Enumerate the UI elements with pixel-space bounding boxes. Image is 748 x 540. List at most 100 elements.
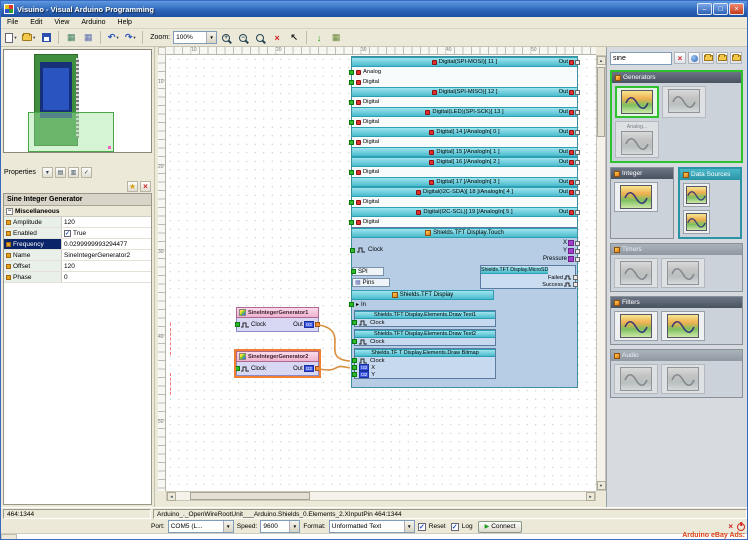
output-pin[interactable] bbox=[575, 149, 580, 155]
property-row[interactable]: Offset 120 bbox=[4, 261, 151, 272]
remove-property-button[interactable]: × bbox=[140, 180, 151, 192]
input-pin[interactable] bbox=[349, 302, 354, 307]
generator-out-pin[interactable]: Out I32 bbox=[293, 321, 320, 328]
collapse-categories-button[interactable] bbox=[730, 52, 742, 64]
microsd-failed-output[interactable]: Failed bbox=[481, 274, 578, 281]
display-in-pin[interactable]: ▸ In bbox=[349, 300, 577, 309]
board-view-button[interactable]: ▦ bbox=[80, 30, 96, 46]
element-header[interactable]: Shields.TFT Display.Elements.Draw Text1 bbox=[355, 311, 495, 319]
input-pin[interactable] bbox=[349, 79, 354, 85]
search-options-button[interactable] bbox=[688, 52, 700, 64]
component-tile[interactable] bbox=[661, 311, 705, 341]
output-pin[interactable] bbox=[573, 275, 578, 280]
touch-y-output[interactable]: Y bbox=[543, 247, 580, 255]
inspector-category[interactable]: − Miscellaneous bbox=[4, 206, 151, 217]
zoom-fit-button[interactable] bbox=[252, 30, 268, 46]
output-pin[interactable] bbox=[575, 189, 580, 195]
input-pin[interactable] bbox=[349, 199, 354, 205]
zoom-out-button[interactable]: − bbox=[235, 30, 251, 46]
input-pin[interactable] bbox=[349, 169, 354, 175]
channel-input-pin[interactable]: Digital bbox=[349, 99, 379, 105]
input-pin[interactable] bbox=[349, 219, 354, 225]
checkbox-checked-icon[interactable]: ✓ bbox=[64, 229, 71, 237]
microsd-block[interactable]: Shields.TFT Display.MicroSD Failed Succe… bbox=[480, 265, 578, 289]
channel-pin-row[interactable]: Digital bbox=[349, 77, 577, 87]
select-tool-button[interactable]: ↖ bbox=[286, 30, 302, 46]
port-select[interactable]: COM5 (L... ▼ bbox=[167, 520, 234, 533]
property-value[interactable]: 120 bbox=[62, 217, 151, 227]
upload-button[interactable]: ↓ bbox=[311, 30, 327, 46]
scroll-thumb[interactable] bbox=[597, 67, 605, 137]
component-tile[interactable] bbox=[662, 86, 706, 118]
board-preview[interactable] bbox=[3, 49, 152, 153]
toolbox-group-header[interactable]: Data Sources bbox=[680, 169, 740, 180]
clock-input-pin[interactable]: Clock bbox=[352, 319, 495, 326]
sine-generator-2-selected[interactable]: SineIntegerGenerator2 Clock Out I32 bbox=[234, 349, 321, 378]
zoom-select[interactable]: 100% ▼ bbox=[173, 31, 218, 44]
channel-header-row[interactable]: Digital[ 17 ]/AnalogIn[ 3 ] Out bbox=[352, 177, 580, 187]
channel-input-pin[interactable]: Digital bbox=[349, 139, 379, 145]
channel-pin-row[interactable]: Digital bbox=[349, 217, 577, 227]
draw-text1-element[interactable]: Shields.TFT Display.Elements.Draw Text1 … bbox=[352, 310, 496, 327]
scroll-up-arrow[interactable]: ▲ bbox=[596, 56, 606, 65]
channel-out-pin[interactable]: Out bbox=[559, 59, 580, 65]
display-header[interactable]: Shields.TFT Display bbox=[352, 290, 494, 300]
channel-out-pin[interactable]: Out bbox=[559, 209, 580, 215]
design-canvas[interactable]: Digital(SPI-MOSI)[ 11 ] Out Analog Digital D… bbox=[166, 55, 596, 491]
disconnect-button[interactable] bbox=[737, 522, 745, 531]
output-pin[interactable] bbox=[575, 240, 580, 246]
property-row-selected[interactable]: Frequency 0.0299999993294477 bbox=[4, 239, 151, 250]
property-value[interactable]: True bbox=[73, 230, 86, 237]
element-header[interactable]: Shields.TFT Display.Elements.Draw Text2 bbox=[355, 330, 495, 338]
output-pin[interactable] bbox=[575, 256, 580, 262]
property-value[interactable]: 0.0299999993294477 bbox=[62, 239, 151, 249]
clock-input-pin[interactable]: Clock bbox=[235, 366, 266, 372]
channel-pin-row[interactable]: Digital bbox=[349, 137, 577, 147]
open-project-button[interactable]: ▾ bbox=[20, 30, 37, 46]
input-pin[interactable] bbox=[235, 322, 240, 327]
element-header[interactable]: Shields.TF T Display.Elements.Draw Bitma… bbox=[355, 349, 495, 357]
vertical-scrollbar[interactable]: ▲ ▼ bbox=[596, 55, 606, 491]
component-tile[interactable] bbox=[661, 258, 705, 288]
channel-header-row[interactable]: Digital(SPI-MISO)[ 12 ] Out bbox=[352, 87, 580, 97]
input-pin[interactable] bbox=[352, 320, 357, 325]
component-tile[interactable] bbox=[614, 364, 658, 394]
spi-input-pin[interactable]: SPI bbox=[351, 267, 384, 276]
touch-x-output[interactable]: X bbox=[543, 239, 580, 247]
clock-input-pin[interactable]: Clock bbox=[350, 247, 383, 253]
toolbox-group-header[interactable]: Generators bbox=[612, 72, 741, 83]
channel-header-row[interactable]: Digital(LED)(SPI-SCK)[ 13 ] Out bbox=[352, 107, 580, 117]
category-view-button[interactable] bbox=[702, 52, 714, 64]
component-tile[interactable] bbox=[614, 182, 658, 212]
toolbox-group-header[interactable]: Filters bbox=[611, 297, 742, 308]
sine-generator-1[interactable]: SineIntegerGenerator1 Clock Out I32 bbox=[235, 307, 320, 332]
channel-input-pin[interactable]: Digital bbox=[349, 219, 379, 225]
clock-input-pin[interactable]: Clock bbox=[352, 357, 495, 364]
channel-out-pin[interactable]: Out bbox=[559, 179, 580, 185]
clear-search-button[interactable]: × bbox=[674, 52, 686, 64]
input-pin[interactable] bbox=[352, 365, 357, 370]
output-pin[interactable] bbox=[575, 159, 580, 165]
channel-input-pin[interactable]: Digital bbox=[349, 199, 379, 205]
new-project-button[interactable]: ▾ bbox=[3, 30, 19, 46]
sort-category-button[interactable]: ▥ bbox=[67, 166, 79, 178]
channel-header-row[interactable]: Digital[ 15 ]/AnalogIn[ 1 ] Out bbox=[352, 147, 580, 157]
generate-code-button[interactable]: ▦ bbox=[328, 30, 344, 46]
menu-view[interactable]: View bbox=[48, 17, 75, 28]
filter-button[interactable]: ▾ bbox=[41, 166, 53, 178]
toolbox-group-header[interactable]: Integer bbox=[611, 168, 673, 179]
bitmap-x-input[interactable]: I32 X bbox=[352, 364, 495, 371]
horizontal-scrollbar[interactable]: ◄ ► bbox=[166, 491, 596, 501]
arduino-component[interactable]: Digital(SPI-MOSI)[ 11 ] Out Analog Digital D… bbox=[349, 56, 580, 388]
input-pin[interactable] bbox=[349, 99, 354, 105]
component-tile[interactable] bbox=[614, 311, 658, 341]
input-pin[interactable] bbox=[352, 372, 357, 377]
expand-categories-button[interactable] bbox=[716, 52, 728, 64]
channel-pin-row[interactable]: Digital bbox=[349, 97, 577, 107]
close-button[interactable]: × bbox=[729, 3, 744, 15]
clock-input-pin[interactable]: Clock bbox=[352, 338, 495, 345]
channel-out-pin[interactable]: Out bbox=[559, 189, 580, 195]
delete-button[interactable]: × bbox=[269, 30, 285, 46]
minimize-button[interactable]: – bbox=[697, 3, 712, 15]
grid-view-button[interactable]: ▦ bbox=[63, 30, 79, 46]
